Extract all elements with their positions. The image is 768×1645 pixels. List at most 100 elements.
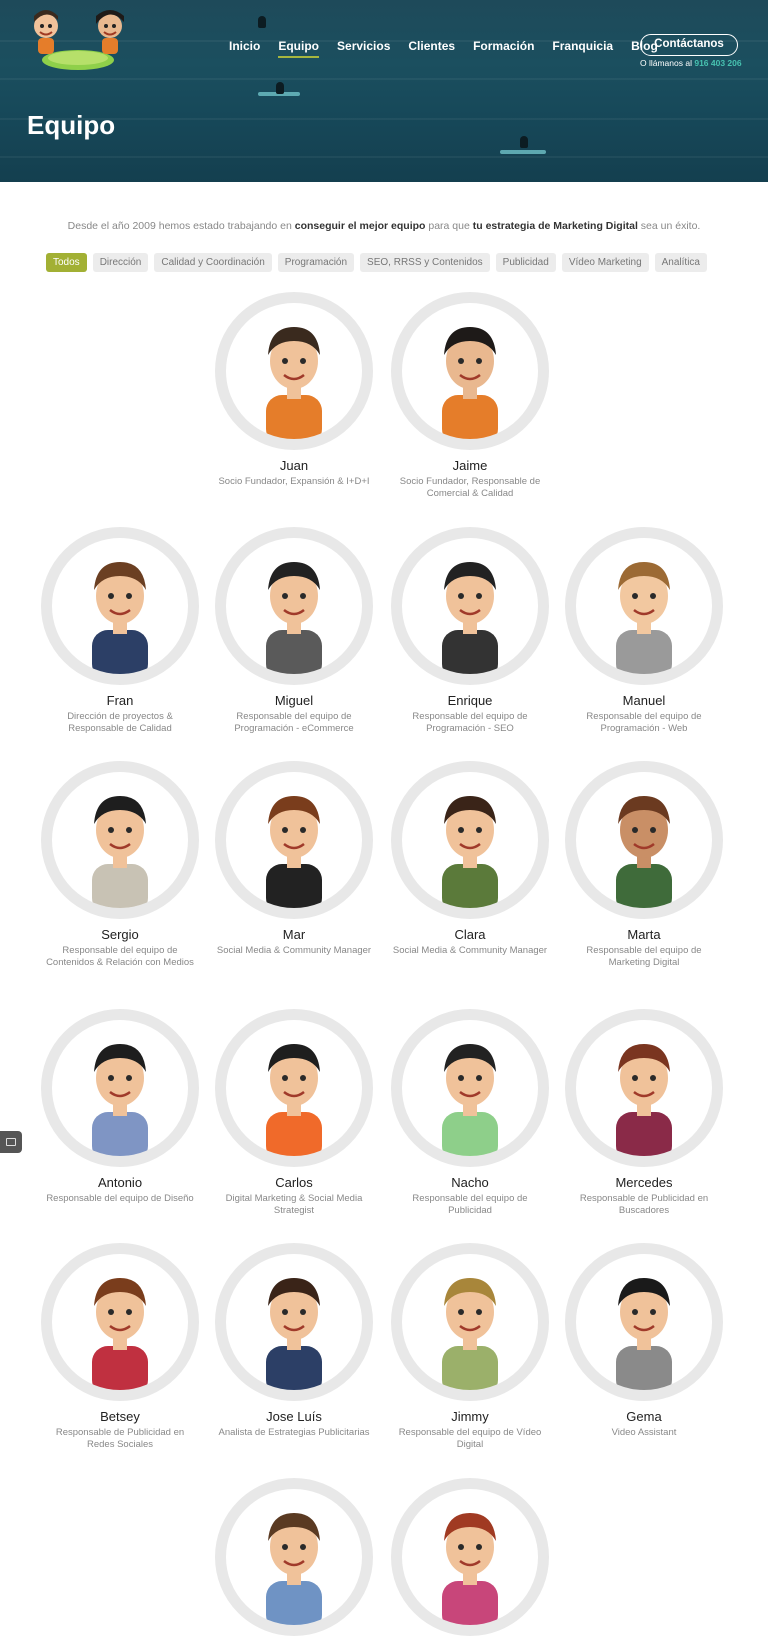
- team-member[interactable]: Fran Dirección de proyectos & Responsable…: [34, 527, 206, 735]
- nav-item-equipo[interactable]: Equipo: [269, 38, 328, 58]
- avatar-illustration: [616, 562, 672, 674]
- intro-part: para que: [425, 220, 473, 232]
- avatar-shirt: [442, 395, 498, 439]
- avatar: [215, 292, 373, 450]
- avatar-illustration: [442, 1513, 498, 1625]
- avatar-shirt: [92, 864, 148, 908]
- nav-item-inicio[interactable]: Inicio: [220, 38, 269, 56]
- member-role: Socio Fundador, Responsable de Comercial…: [399, 476, 541, 499]
- main-nav: Inicio Equipo Servicios Clientes Formaci…: [220, 38, 667, 58]
- member-name: Sergio: [101, 927, 139, 942]
- nav-item-servicios[interactable]: Servicios: [328, 38, 399, 56]
- filter-calidad[interactable]: Calidad y Coordinación: [154, 253, 272, 272]
- side-widget-tab[interactable]: [0, 1131, 22, 1153]
- nav-item-clientes[interactable]: Clientes: [399, 38, 464, 56]
- avatar-eye: [632, 593, 638, 599]
- avatar-shirt: [92, 630, 148, 674]
- member-name: Jaime: [452, 458, 488, 473]
- filter-seo[interactable]: SEO, RRSS y Contenidos: [360, 253, 490, 272]
- team-member[interactable]: Jose Luís Analista de Estrategias Publici…: [208, 1243, 380, 1439]
- avatar-eye: [108, 1309, 114, 1315]
- avatar-eye: [126, 593, 132, 599]
- avatar: [215, 527, 373, 685]
- member-name: Manuel: [622, 693, 666, 708]
- contact-button[interactable]: Contáctanos: [640, 34, 738, 56]
- filter-analitica[interactable]: Analítica: [654, 253, 707, 272]
- team-member[interactable]: Carlos Digital Marketing & Social Media S…: [208, 1009, 380, 1217]
- nav-item-formacion[interactable]: Formación: [464, 38, 543, 56]
- member-role: Responsable del equipo de Publicidad: [412, 1193, 528, 1216]
- avatar-illustration: [266, 1278, 322, 1390]
- team-member[interactable]: Enrique Responsable del equipo de Program…: [384, 527, 556, 735]
- avatar-shirt: [442, 864, 498, 908]
- member-name: Juan: [279, 458, 309, 473]
- avatar: [41, 1243, 199, 1401]
- avatar-shirt: [616, 1112, 672, 1156]
- avatar: [565, 527, 723, 685]
- member-role: Socio Fundador, Expansión & I+D+I: [218, 476, 370, 487]
- avatar-shirt: [266, 1112, 322, 1156]
- avatar-illustration: [266, 796, 322, 908]
- team-member[interactable]: Manuel Responsable del equipo de Programa…: [558, 527, 730, 735]
- team-member[interactable]: Antonio Responsable del equipo de Diseño: [34, 1009, 206, 1205]
- avatar: [565, 761, 723, 919]
- avatar-eye: [476, 358, 482, 364]
- avatar-eye: [282, 1309, 288, 1315]
- avatar-shirt: [442, 630, 498, 674]
- avatar-eye: [650, 827, 656, 833]
- avatar: [391, 1478, 549, 1636]
- member-role: Dirección de proyectos & Responsable de …: [67, 711, 173, 734]
- avatar-shirt: [616, 1346, 672, 1390]
- member-name: Clara: [454, 927, 486, 942]
- avatar-eye: [458, 1544, 464, 1550]
- team-member[interactable]: Clara Social Media & Community Manager: [384, 761, 556, 957]
- nav-item-franquicia[interactable]: Franquicia: [543, 38, 622, 56]
- avatar-eye: [458, 593, 464, 599]
- team-member[interactable]: Marta Responsable del equipo de Marketing…: [558, 761, 730, 969]
- member-role: Digital Marketing & Social Media Strateg…: [225, 1193, 363, 1216]
- avatar-eye: [108, 593, 114, 599]
- avatar: [391, 761, 549, 919]
- avatar-shirt: [92, 1346, 148, 1390]
- wave-line: [0, 156, 768, 158]
- member-name: Miguel: [274, 693, 314, 708]
- filter-direccion[interactable]: Dirección: [92, 253, 149, 272]
- phone-number[interactable]: 916 403 206: [694, 58, 741, 68]
- avatar-eye: [282, 1075, 288, 1081]
- avatar-illustration: [442, 562, 498, 674]
- team-member[interactable]: Gema Video Assistant: [558, 1243, 730, 1439]
- team-member[interactable]: Jaime Socio Fundador, Responsable de Come…: [384, 292, 556, 500]
- logo[interactable]: [24, 4, 132, 72]
- filter-programacion[interactable]: Programación: [277, 253, 355, 272]
- team-member[interactable]: Sergio Responsable del equipo de Contenid…: [34, 761, 206, 969]
- hero-banner: Inicio Equipo Servicios Clientes Formaci…: [0, 0, 768, 182]
- surfer-figure: [258, 16, 266, 28]
- avatar-illustration: [616, 1278, 672, 1390]
- team-member[interactable]: Nacho Responsable del equipo de Publicida…: [384, 1009, 556, 1217]
- member-name: Antonio: [97, 1175, 143, 1190]
- team-member[interactable]: Mar Social Media & Community Manager: [208, 761, 380, 957]
- team-member[interactable]: Miguel Responsable del equipo de Programa…: [208, 527, 380, 735]
- member-role: Video Assistant: [611, 1427, 677, 1438]
- filter-todos[interactable]: Todos: [46, 253, 87, 272]
- filter-video[interactable]: Vídeo Marketing: [561, 253, 649, 272]
- team-member[interactable]: [384, 1478, 556, 1645]
- member-role: Responsable del equipo de Programación -…: [412, 711, 528, 734]
- team-member[interactable]: Mercedes Responsable de Publicidad en Bus…: [558, 1009, 730, 1217]
- member-role: Social Media & Community Manager: [392, 945, 548, 956]
- team-member[interactable]: [208, 1478, 380, 1645]
- filter-publicidad[interactable]: Publicidad: [495, 253, 556, 272]
- wave-line: [0, 78, 768, 80]
- team-member[interactable]: Betsey Responsable de Publicidad en Redes…: [34, 1243, 206, 1451]
- member-name: Jose Luís: [266, 1409, 322, 1424]
- avatar: [565, 1009, 723, 1167]
- team-member[interactable]: Jimmy Responsable del equipo de Vídeo Dig…: [384, 1243, 556, 1451]
- member-name: Mercedes: [615, 1175, 673, 1190]
- avatar-eye: [108, 1075, 114, 1081]
- member-role: Responsable del equipo de Vídeo Digital: [398, 1427, 542, 1450]
- avatar-shirt: [266, 1346, 322, 1390]
- team-member[interactable]: Juan Socio Fundador, Expansión & I+D+I: [208, 292, 380, 488]
- avatar: [565, 1243, 723, 1401]
- avatar-eye: [300, 1544, 306, 1550]
- intro-highlight: conseguir el mejor equipo: [294, 220, 426, 232]
